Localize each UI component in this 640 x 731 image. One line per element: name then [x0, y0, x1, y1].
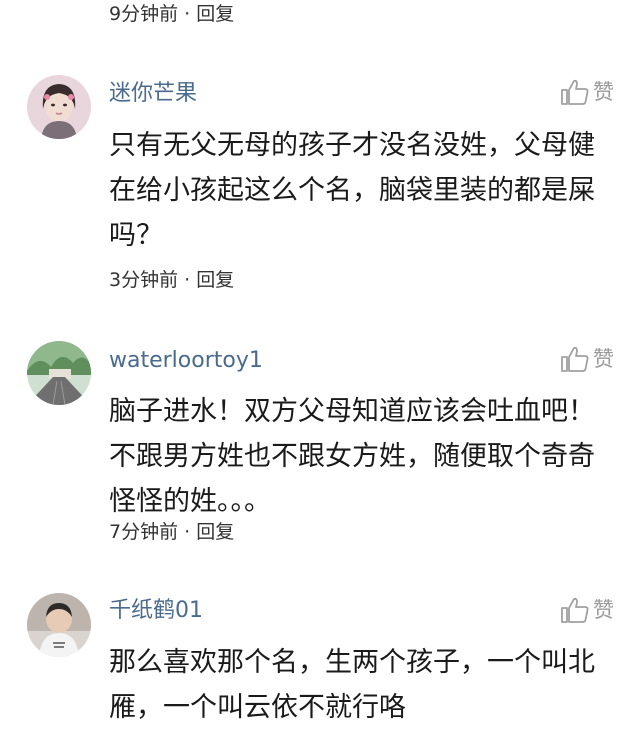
like-button[interactable]: 赞	[560, 596, 614, 624]
comment-meta[interactable]: 7分钟前 · 回复	[109, 520, 234, 544]
thumbs-up-outline-icon	[561, 346, 589, 372]
like-label: 赞	[593, 347, 614, 371]
comment-text: 只有无父无母的孩子才没名没姓，父母健在给小孩起这么个名，脑袋里装的都是屎吗？	[109, 130, 595, 251]
like-label: 赞	[593, 80, 614, 104]
thumbs-up-outline-icon	[561, 79, 589, 105]
username[interactable]: waterloortoy1	[109, 347, 263, 375]
comment-text: 那么喜欢那个名，生两个孩子，一个叫北雁，一个叫云依不就行咯	[109, 647, 595, 723]
like-button[interactable]: 赞	[560, 78, 614, 106]
comment-meta[interactable]: 3分钟前 · 回复	[109, 268, 234, 292]
avatar[interactable]	[27, 593, 91, 657]
avatar[interactable]	[27, 75, 91, 139]
previous-comment-meta: 9分钟前 · 回复	[109, 3, 235, 25]
like-button[interactable]: 赞	[560, 345, 614, 373]
comment-text: 脑子进水！双方父母知道应该会吐血吧！不跟男方姓也不跟女方姓，随便取个奇奇怪怪的姓…	[109, 396, 595, 517]
thumbs-up-outline-icon	[561, 597, 589, 623]
avatar[interactable]	[27, 341, 91, 405]
username[interactable]: 迷你芒果	[109, 80, 197, 108]
like-label: 赞	[593, 598, 614, 622]
username[interactable]: 千纸鹤01	[109, 597, 203, 625]
